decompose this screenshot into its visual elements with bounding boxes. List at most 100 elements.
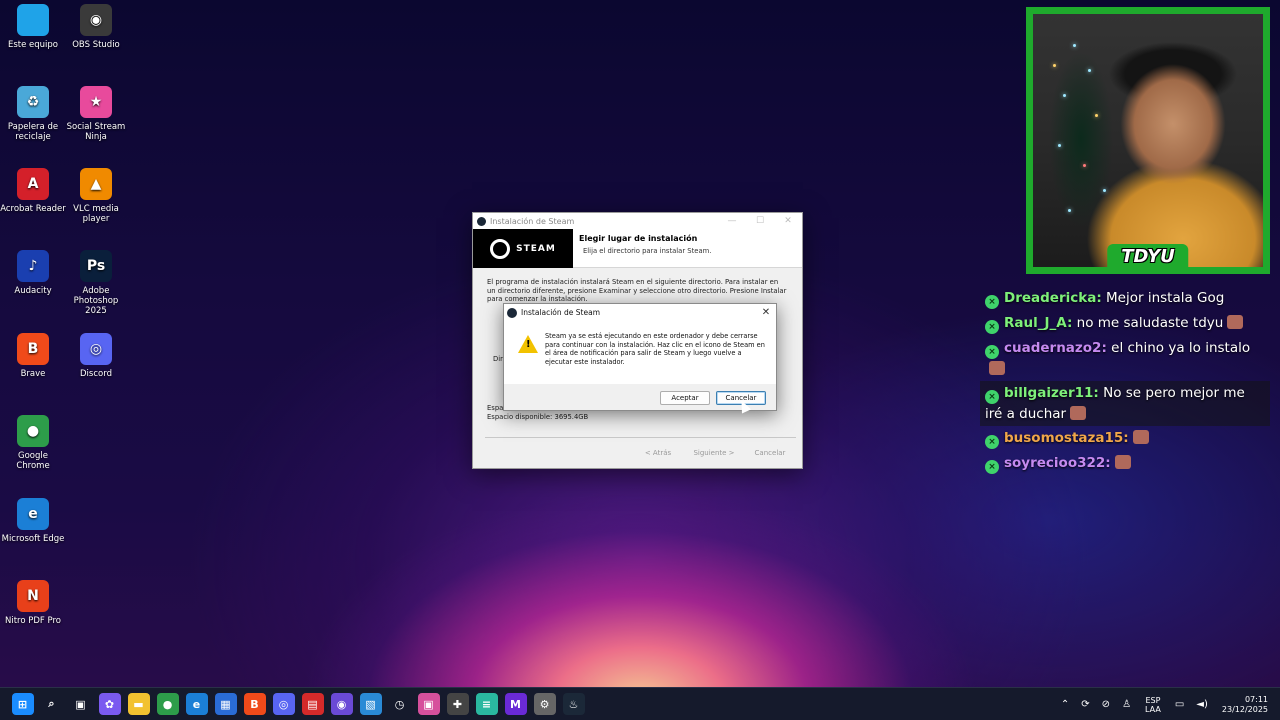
dialog-title: Instalación de Steam (521, 308, 600, 317)
warning-icon: ! (518, 335, 538, 353)
obs-icon[interactable]: ◉ (330, 693, 353, 715)
desktop-icon[interactable]: ♻ Papelera de reciclaje (0, 86, 66, 142)
volume-icon[interactable]: ◄) (1196, 699, 1208, 710)
emote-icon (1114, 455, 1131, 469)
news-icon[interactable]: ▤ (301, 693, 324, 715)
desktop-icon-label: Microsoft Edge (1, 534, 65, 544)
stream-app-icon[interactable]: ▣ (417, 693, 440, 715)
close-icon[interactable]: ✕ (774, 216, 802, 226)
display-icon[interactable]: ▭ (1175, 699, 1184, 710)
task-view-icon[interactable]: ▣ (70, 693, 92, 715)
clock-icon[interactable]: ◷ (389, 693, 411, 715)
chat-text: el chino ya lo instalo (1106, 340, 1251, 356)
microphone-icon[interactable]: ♙ (1122, 699, 1131, 710)
minimize-icon[interactable]: — (718, 216, 746, 226)
desktop-icon[interactable]: ◉ OBS Studio (63, 4, 129, 50)
desktop-icon-label: Discord (80, 369, 112, 379)
steam-icon[interactable]: ♨ (562, 693, 585, 715)
accept-button[interactable]: Aceptar (660, 391, 710, 405)
app-icon: ★ (80, 86, 112, 118)
chat-message: × soyrecioo322: (980, 451, 1270, 476)
christmas-tree (1041, 24, 1121, 254)
store-icon[interactable]: ▦ (214, 693, 237, 715)
steam-logo-text: STEAM (516, 243, 556, 254)
desktop-icon[interactable]: N Nitro PDF Pro (0, 580, 66, 626)
installer-cancel-button[interactable]: Cancelar (748, 449, 792, 457)
close-icon[interactable]: ✕ (756, 307, 776, 318)
chat-username: Dreadericka: (1004, 290, 1102, 306)
steam-icon (477, 216, 486, 226)
clock-date: 23/12/2025 (1221, 704, 1268, 714)
desktop-icon[interactable]: e Microsoft Edge (0, 498, 66, 544)
chat-message: × busomostaza15: (980, 426, 1270, 451)
game-icon[interactable]: ✚ (446, 693, 469, 715)
dialog-body: ! Steam ya se está ejecutando en este or… (504, 321, 776, 384)
discord-icon[interactable]: ◎ (272, 693, 295, 715)
space-available: Espacio disponible: 3695.4GB (487, 413, 589, 421)
steam-running-dialog: Instalación de Steam ✕ ! Steam ya se est… (503, 303, 777, 411)
chevron-up-icon[interactable]: ⌃ (1061, 699, 1069, 710)
desktop-icon[interactable]: B Brave (0, 333, 66, 379)
desktop-icon[interactable]: Este equipo (0, 4, 66, 50)
maximize-icon[interactable]: ☐ (746, 216, 774, 226)
desktop-icon-label: VLC media player (73, 204, 119, 224)
mod-badge-icon: × (985, 460, 999, 474)
brave-icon[interactable]: B (243, 693, 266, 715)
sync-icon[interactable]: ⟳ (1081, 699, 1089, 710)
edge-icon[interactable]: e (185, 693, 208, 715)
app-icon: B (17, 333, 49, 365)
mod-badge-icon: × (985, 345, 999, 359)
taskbar: ⊞ ⌕ ▣ ✿ ▬ ● e ▦ B ◎ ▤ ◉ ▧ ◷ ▣ ✚ ≡ M ⚙ ♨ ⌃ ⟳ ⊘ ♙ ESP LAA ▭ ◄… (0, 687, 1280, 720)
desktop-icon-label: Social Stream Ninja (66, 122, 126, 142)
back-button[interactable]: < Atrás (636, 449, 680, 457)
next-button[interactable]: Siguiente > (692, 449, 736, 457)
chat-username: soyrecioo322: (1004, 455, 1111, 471)
desktop-icon-label: Audacity (14, 286, 52, 296)
desktop-icon[interactable]: A Acrobat Reader (0, 168, 66, 214)
header-title: Elegir lugar de instalación (579, 234, 698, 243)
dialog-titlebar[interactable]: Instalación de Steam ✕ (504, 304, 776, 321)
notepad-icon[interactable]: ≡ (475, 693, 498, 715)
lang-bottom: LAA (1145, 704, 1161, 714)
search-icon[interactable]: ⌕ (41, 693, 63, 715)
desktop-icon-label: Nitro PDF Pro (4, 616, 61, 626)
desktop-icon[interactable]: ● Google Chrome (0, 415, 66, 471)
app-icon: ◉ (80, 4, 112, 36)
network-off-icon[interactable]: ⊘ (1102, 699, 1110, 710)
language-indicator[interactable]: ESP LAA (1145, 696, 1161, 714)
mod-badge-icon: × (985, 320, 999, 334)
chrome-icon[interactable]: ● (156, 693, 179, 715)
taskbar-apps: ⊞ ⌕ ▣ ✿ ▬ ● e ▦ B ◎ ▤ ◉ ▧ ◷ ▣ ✚ ≡ M ⚙ ♨ (0, 693, 588, 715)
app-icon: A (17, 168, 49, 200)
space-label: Espa (487, 404, 504, 412)
chat-username: busomostaza15: (1004, 430, 1129, 446)
desktop-icon[interactable]: ◎ Discord (63, 333, 129, 379)
app-icon: ◎ (80, 333, 112, 365)
header-subtitle: Elija el directorio para instalar Steam. (583, 247, 712, 255)
emote-icon (1132, 430, 1149, 444)
editor-icon[interactable]: M (504, 693, 527, 715)
installer-description: El programa de instalación instalará Ste… (487, 278, 787, 303)
file-explorer-icon[interactable]: ▬ (127, 693, 150, 715)
installer-buttons: < Atrás Siguiente > Cancelar (636, 449, 792, 457)
installer-titlebar[interactable]: Instalación de Steam — ☐ ✕ (473, 213, 802, 229)
chat-text: Mejor instala Gog (1101, 290, 1225, 306)
installer-title: Instalación de Steam (490, 216, 575, 226)
start-icon[interactable]: ⊞ (11, 693, 34, 715)
directory-label: Dir (493, 355, 503, 363)
desktop-icon-label: Brave (20, 369, 46, 379)
copilot-icon[interactable]: ✿ (98, 693, 121, 715)
steam-icon (507, 307, 517, 318)
desktop-icon[interactable]: ★ Social Stream Ninja (63, 86, 129, 142)
desktop-icon[interactable]: Ps Adobe Photoshop 2025 (63, 250, 129, 316)
app-icon: N (17, 580, 49, 612)
settings-icon[interactable]: ⚙ (533, 693, 556, 715)
divider (485, 437, 796, 438)
desktop-icon[interactable]: ▲ VLC media player (63, 168, 129, 224)
dialog-message: Steam ya se está ejecutando en este orde… (545, 332, 765, 366)
desktop-icon-label: Google Chrome (16, 451, 50, 471)
desktop-icon[interactable]: ♪ Audacity (0, 250, 66, 296)
clock[interactable]: 07:11 23/12/2025 (1222, 695, 1268, 715)
photos-icon[interactable]: ▧ (359, 693, 382, 715)
system-tray: ⌃ ⟳ ⊘ ♙ ESP LAA ▭ ◄) 07:11 23/12/2025 (1055, 688, 1280, 720)
